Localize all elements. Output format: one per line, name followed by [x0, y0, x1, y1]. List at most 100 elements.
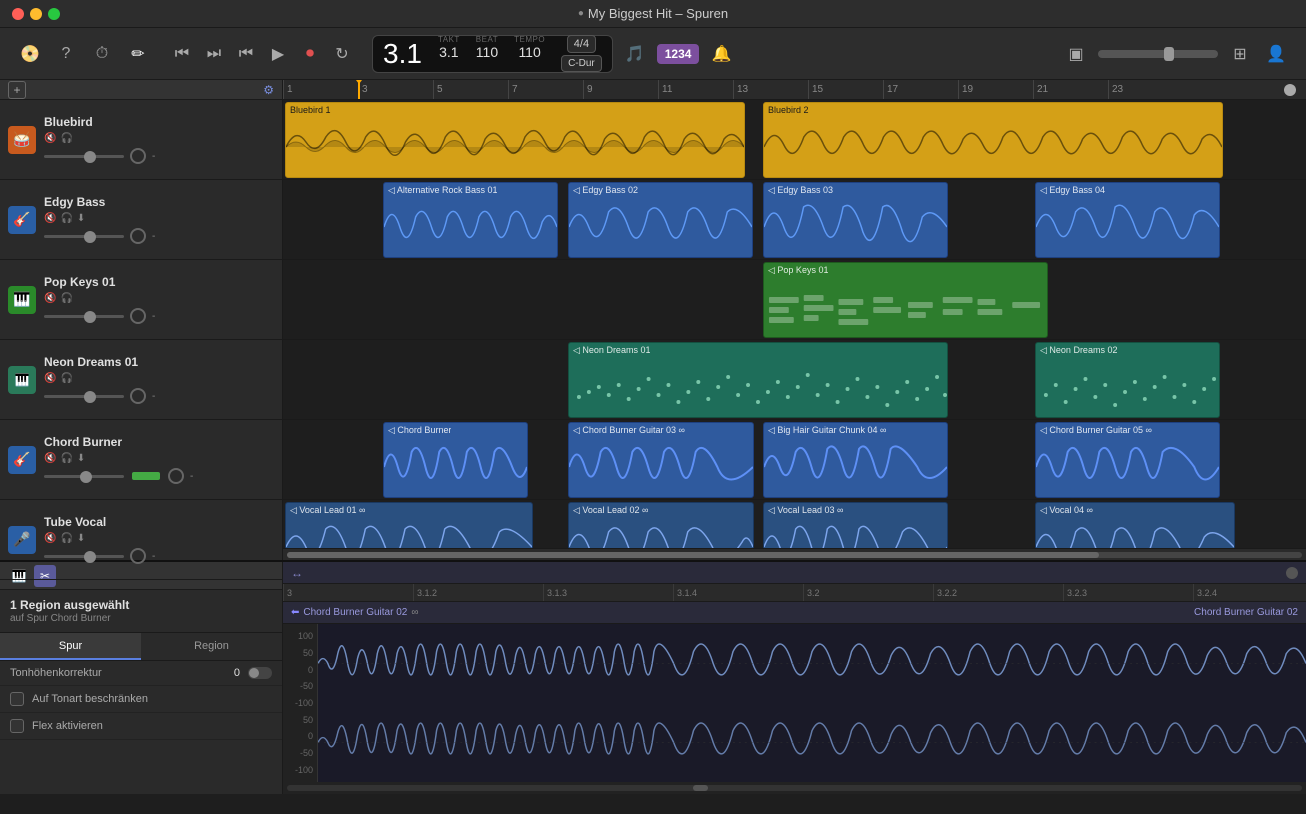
- bluebird-2-region[interactable]: Bluebird 2: [763, 102, 1223, 178]
- pop-keys-icon[interactable]: 🎹: [8, 286, 36, 314]
- vocal-lead-03-region[interactable]: ◁ Vocal Lead 03 ∞: [763, 502, 948, 548]
- pop-keys-fader[interactable]: [44, 315, 124, 318]
- edgy-bass-04-region[interactable]: ◁ Edgy Bass 04: [1035, 182, 1220, 258]
- download-icon-bass[interactable]: ⬇: [77, 213, 85, 224]
- pencil-icon[interactable]: ✏: [124, 40, 152, 68]
- edgy-bass-icon[interactable]: 🎸: [8, 206, 36, 234]
- transport-display[interactable]: 3.1 TAKT 3.1 BEAT 110 TEMPO 110 4/4 C-Du…: [372, 35, 613, 73]
- vocal-lead-01-region[interactable]: ◁ Vocal Lead 01 ∞: [285, 502, 533, 548]
- minimize-button[interactable]: [30, 8, 42, 20]
- layout-icon[interactable]: ⊞: [1226, 40, 1254, 68]
- rewind-button[interactable]: ⏮: [168, 40, 196, 68]
- user-badge[interactable]: 1234: [657, 44, 700, 64]
- chord-burner-region[interactable]: ◁ Chord Burner: [383, 422, 528, 498]
- bottom-zoom-handle[interactable]: [1286, 567, 1298, 579]
- bottom-scroll-track[interactable]: [287, 785, 1302, 791]
- main-scrollbar[interactable]: [283, 548, 1306, 560]
- download-icon-guitar[interactable]: ⬇: [77, 453, 85, 464]
- scrollbar-track[interactable]: [287, 552, 1302, 558]
- chord-burner-track-row[interactable]: ◁ Chord Burner ◁ Chord Burner Guitar 03 …: [283, 420, 1306, 500]
- mute-icon-keys[interactable]: 🔇: [44, 293, 56, 304]
- mute-icon-guitar[interactable]: 🔇: [44, 453, 56, 464]
- vocal-04-region[interactable]: ◁ Vocal 04 ∞: [1035, 502, 1235, 548]
- help-icon[interactable]: ?: [52, 40, 80, 68]
- mute-icon-vocal[interactable]: 🔇: [44, 533, 56, 544]
- tonhoehenkorrektur-toggle[interactable]: [248, 667, 272, 679]
- record-button[interactable]: ⏺: [296, 40, 324, 68]
- headphone-icon[interactable]: 🎧: [60, 133, 72, 144]
- neon-dreams-pan[interactable]: [130, 388, 146, 404]
- expand-icon[interactable]: ↔: [291, 566, 303, 580]
- headphone-icon-guitar[interactable]: 🎧: [60, 453, 72, 464]
- chord-burner-guitar-03-region[interactable]: ◁ Chord Burner Guitar 03 ∞: [568, 422, 754, 498]
- vocal-lead-02-region[interactable]: ◁ Vocal Lead 02 ∞: [568, 502, 754, 548]
- tab-spur[interactable]: Spur: [0, 633, 141, 660]
- pop-keys-01-region[interactable]: ◁ Pop Keys 01: [763, 262, 1048, 338]
- pop-keys-track-row[interactable]: ◁ Pop Keys 01: [283, 260, 1306, 340]
- edgy-bass-pan[interactable]: [130, 228, 146, 244]
- to-start-button[interactable]: ⏮: [232, 40, 260, 68]
- metronome-icon[interactable]: ⏱: [88, 40, 116, 68]
- bluebird-1-region[interactable]: Bluebird 1: [285, 102, 745, 178]
- mute-icon[interactable]: 🔇: [44, 133, 56, 144]
- tab-region[interactable]: Region: [141, 633, 282, 660]
- headphone-icon-bass[interactable]: 🎧: [60, 213, 72, 224]
- user-icon[interactable]: 👤: [1262, 40, 1290, 68]
- time-sig-display[interactable]: 4/4 C-Dur: [561, 35, 602, 72]
- scrollbar-thumb[interactable]: [287, 552, 1099, 558]
- bottom-scroll-thumb[interactable]: [693, 785, 708, 791]
- tube-vocal-pan[interactable]: [130, 548, 146, 564]
- bluebird-track-row[interactable]: Bluebird 1 Bluebird 2: [283, 100, 1306, 180]
- headphone-icon-vocal[interactable]: 🎧: [60, 533, 72, 544]
- alert-icon[interactable]: 🔔: [707, 40, 735, 68]
- view-icon[interactable]: ▣: [1062, 40, 1090, 68]
- tube-vocal-fader[interactable]: [44, 555, 124, 558]
- pop-keys-pan[interactable]: [130, 308, 146, 324]
- edgy-bass-track-row[interactable]: ◁ Alternative Rock Bass 01 ◁ Edgy Bass 0…: [283, 180, 1306, 260]
- fast-forward-button[interactable]: ⏭: [200, 40, 228, 68]
- flex-aktivieren-checkbox[interactable]: [10, 719, 24, 733]
- bluebird-pan[interactable]: [130, 148, 146, 164]
- chord-burner-fader[interactable]: [44, 475, 124, 478]
- big-hair-guitar-04-region[interactable]: ◁ Big Hair Guitar Chunk 04 ∞: [763, 422, 948, 498]
- smart-controls-button[interactable]: ⚙: [263, 83, 274, 97]
- edgy-bass-02-region[interactable]: ◁ Edgy Bass 02: [568, 182, 753, 258]
- edgy-bass-alt-rock-region[interactable]: ◁ Alternative Rock Bass 01: [383, 182, 558, 258]
- ruler-handle[interactable]: [1284, 84, 1296, 96]
- headphone-icon-synth[interactable]: 🎧: [60, 373, 72, 384]
- mute-icon-bass[interactable]: 🔇: [44, 213, 56, 224]
- track-header-neon-dreams: 🎹 Neon Dreams 01 🔇 🎧 -: [0, 340, 282, 420]
- edgy-bass-03-region[interactable]: ◁ Edgy Bass 03: [763, 182, 948, 258]
- neon-dreams-icon[interactable]: 🎹: [8, 366, 36, 394]
- play-button[interactable]: ▶: [264, 40, 292, 68]
- mute-icon-synth[interactable]: 🔇: [44, 373, 56, 384]
- chord-burner-pan[interactable]: [168, 468, 184, 484]
- pop-keys-volume: -: [152, 311, 155, 322]
- toggle-dot: [249, 668, 259, 678]
- bluebird-icon[interactable]: 🥁: [8, 126, 36, 154]
- media-icon[interactable]: 📀: [16, 40, 44, 68]
- tube-vocal-icon[interactable]: 🎤: [8, 526, 36, 554]
- y-label-0-bot: 0: [283, 731, 317, 741]
- add-track-button[interactable]: +: [8, 81, 26, 99]
- loop-button[interactable]: ↻: [328, 40, 356, 68]
- chord-burner-icon[interactable]: 🎸: [8, 446, 36, 474]
- tube-vocal-track-row[interactable]: ◁ Vocal Lead 01 ∞ ◁ Vocal Lead 02 ∞: [283, 500, 1306, 548]
- neon-dreams-fader[interactable]: [44, 395, 124, 398]
- tune-icon[interactable]: 🎵: [621, 40, 649, 68]
- headphone-icon-keys[interactable]: 🎧: [60, 293, 72, 304]
- pop-keys-info: Pop Keys 01 🔇 🎧 -: [44, 275, 274, 324]
- neon-dreams-02-region[interactable]: ◁ Neon Dreams 02: [1035, 342, 1220, 418]
- close-button[interactable]: [12, 8, 24, 20]
- neon-dreams-01-region[interactable]: ◁ Neon Dreams 01: [568, 342, 948, 418]
- bluebird-fader[interactable]: [44, 155, 124, 158]
- master-fader[interactable]: [1098, 50, 1218, 58]
- chord-burner-guitar-05-region[interactable]: ◁ Chord Burner Guitar 05 ∞: [1035, 422, 1220, 498]
- download-icon-vocal[interactable]: ⬇: [77, 533, 85, 544]
- playhead[interactable]: [358, 80, 360, 99]
- bottom-scrollbar[interactable]: [283, 782, 1306, 794]
- edgy-bass-fader[interactable]: [44, 235, 124, 238]
- neon-dreams-track-row[interactable]: ◁ Neon Dreams 01: [283, 340, 1306, 420]
- auf-tonart-checkbox[interactable]: [10, 692, 24, 706]
- maximize-button[interactable]: [48, 8, 60, 20]
